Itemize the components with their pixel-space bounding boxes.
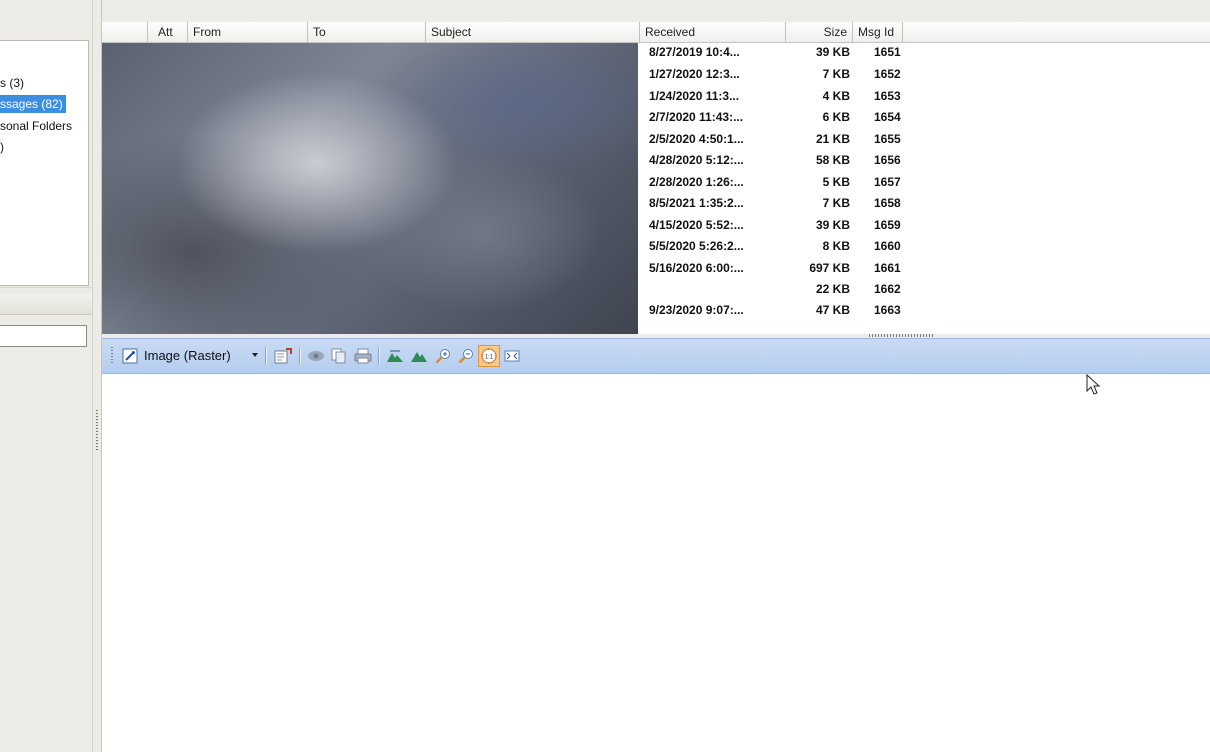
viewer-toolbar: Image (Raster) 1:1	[102, 338, 1210, 374]
received-cell: 4/28/2020 5:12:...	[649, 153, 744, 167]
toolbar-separator	[265, 347, 266, 365]
received-cell: 2/28/2020 1:26:...	[649, 175, 744, 189]
column-header-blank[interactable]	[102, 22, 148, 42]
left-pane-field[interactable]	[0, 325, 87, 347]
size-cell: 58 KB	[815, 153, 850, 167]
size-cell: 39 KB	[815, 45, 850, 59]
zoom-in-icon[interactable]	[432, 345, 454, 367]
received-cell: 8/5/2021 1:35:2...	[649, 196, 744, 210]
mouse-pointer-icon	[1086, 373, 1102, 399]
msg-id-cell: 1661	[874, 261, 901, 275]
column-header-received[interactable]: Received	[640, 22, 786, 42]
zoom-out-icon[interactable]	[455, 345, 477, 367]
size-cell: 22 KB	[815, 282, 850, 296]
msg-id-cell: 1660	[874, 239, 901, 253]
copy-icon[interactable]	[328, 345, 350, 367]
attachment-viewer[interactable]	[102, 374, 1210, 752]
folder-item[interactable]: )	[0, 138, 4, 156]
redacted-sender-subject-area	[102, 43, 638, 334]
msg-id-cell: 1659	[874, 218, 901, 232]
size-cell: 8 KB	[822, 239, 850, 253]
column-header-to[interactable]: To	[308, 22, 426, 42]
size-cell: 5 KB	[822, 175, 850, 189]
toolbar-separator	[299, 347, 300, 365]
column-header-from[interactable]: From	[188, 22, 308, 42]
chevron-down-icon[interactable]	[252, 353, 258, 357]
pane-divider[interactable]	[0, 287, 92, 294]
msg-id-cell: 1653	[874, 89, 901, 103]
actual-size-text: 1:1	[485, 355, 494, 361]
vertical-splitter[interactable]	[92, 0, 102, 752]
msg-id-cell: 1663	[874, 303, 901, 317]
print-icon[interactable]	[352, 345, 374, 367]
properties-icon[interactable]	[272, 345, 294, 367]
folder-item[interactable]: s (3)	[0, 74, 24, 92]
image-mode-icon[interactable]	[119, 345, 141, 367]
size-cell: 7 KB	[822, 67, 850, 81]
size-cell: 6 KB	[822, 110, 850, 124]
msg-id-cell: 1662	[874, 282, 901, 296]
size-cell: 39 KB	[815, 218, 850, 232]
left-pane-lower	[0, 352, 92, 752]
toolbar-separator	[378, 347, 379, 365]
msg-id-cell: 1656	[874, 153, 901, 167]
received-cell: 1/27/2020 12:3...	[649, 67, 740, 81]
column-header-subject[interactable]: Subject	[426, 22, 640, 42]
msg-id-cell: 1655	[874, 132, 901, 146]
received-cell: 1/24/2020 11:3...	[649, 89, 740, 103]
size-cell: 4 KB	[822, 89, 850, 103]
flip-horizontal-icon[interactable]	[384, 345, 406, 367]
column-header-size[interactable]: Size	[786, 22, 853, 42]
msg-id-cell: 1658	[874, 196, 901, 210]
toolbar-grip-icon[interactable]	[111, 347, 113, 365]
splitter-grip-icon[interactable]	[869, 334, 935, 337]
received-cell: 2/5/2020 4:50:1...	[649, 132, 744, 146]
received-cell: 5/5/2020 5:26:2...	[649, 239, 744, 253]
column-header-bar: Att From To Subject Received Size Msg Id	[102, 22, 1210, 43]
folder-item[interactable]: sonal Folders	[0, 117, 72, 135]
folder-tree[interactable]: s (3) ssages (82) sonal Folders )	[0, 40, 89, 286]
size-cell: 7 KB	[822, 196, 850, 210]
msg-id-cell: 1651	[874, 45, 901, 59]
splitter-grip-icon[interactable]	[96, 410, 98, 452]
size-cell: 47 KB	[815, 303, 850, 317]
folder-item-selected[interactable]: ssages (82)	[0, 95, 66, 113]
view-icon[interactable]	[305, 345, 327, 367]
msg-id-cell: 1657	[874, 175, 901, 189]
received-cell: 9/23/2020 9:07:...	[649, 303, 744, 317]
actual-size-icon[interactable]: 1:1	[478, 345, 500, 367]
received-cell: 2/7/2020 11:43:...	[649, 110, 744, 124]
fit-to-window-icon[interactable]	[501, 345, 523, 367]
size-cell: 697 KB	[809, 261, 850, 275]
left-pane-header	[0, 294, 92, 315]
folder-pane-header	[0, 0, 92, 40]
received-cell: 5/16/2020 6:00:...	[649, 261, 744, 275]
column-header-att[interactable]: Att	[148, 22, 188, 42]
size-cell: 21 KB	[815, 132, 850, 146]
received-cell: 4/15/2020 5:52:...	[649, 218, 744, 232]
column-header-msg-id[interactable]: Msg Id	[853, 22, 903, 42]
flip-vertical-icon[interactable]	[408, 345, 430, 367]
view-mode-dropdown[interactable]: Image (Raster)	[144, 339, 231, 373]
msg-id-cell: 1652	[874, 67, 901, 81]
msg-id-cell: 1654	[874, 110, 901, 124]
received-cell: 8/27/2019 10:4...	[649, 45, 740, 59]
